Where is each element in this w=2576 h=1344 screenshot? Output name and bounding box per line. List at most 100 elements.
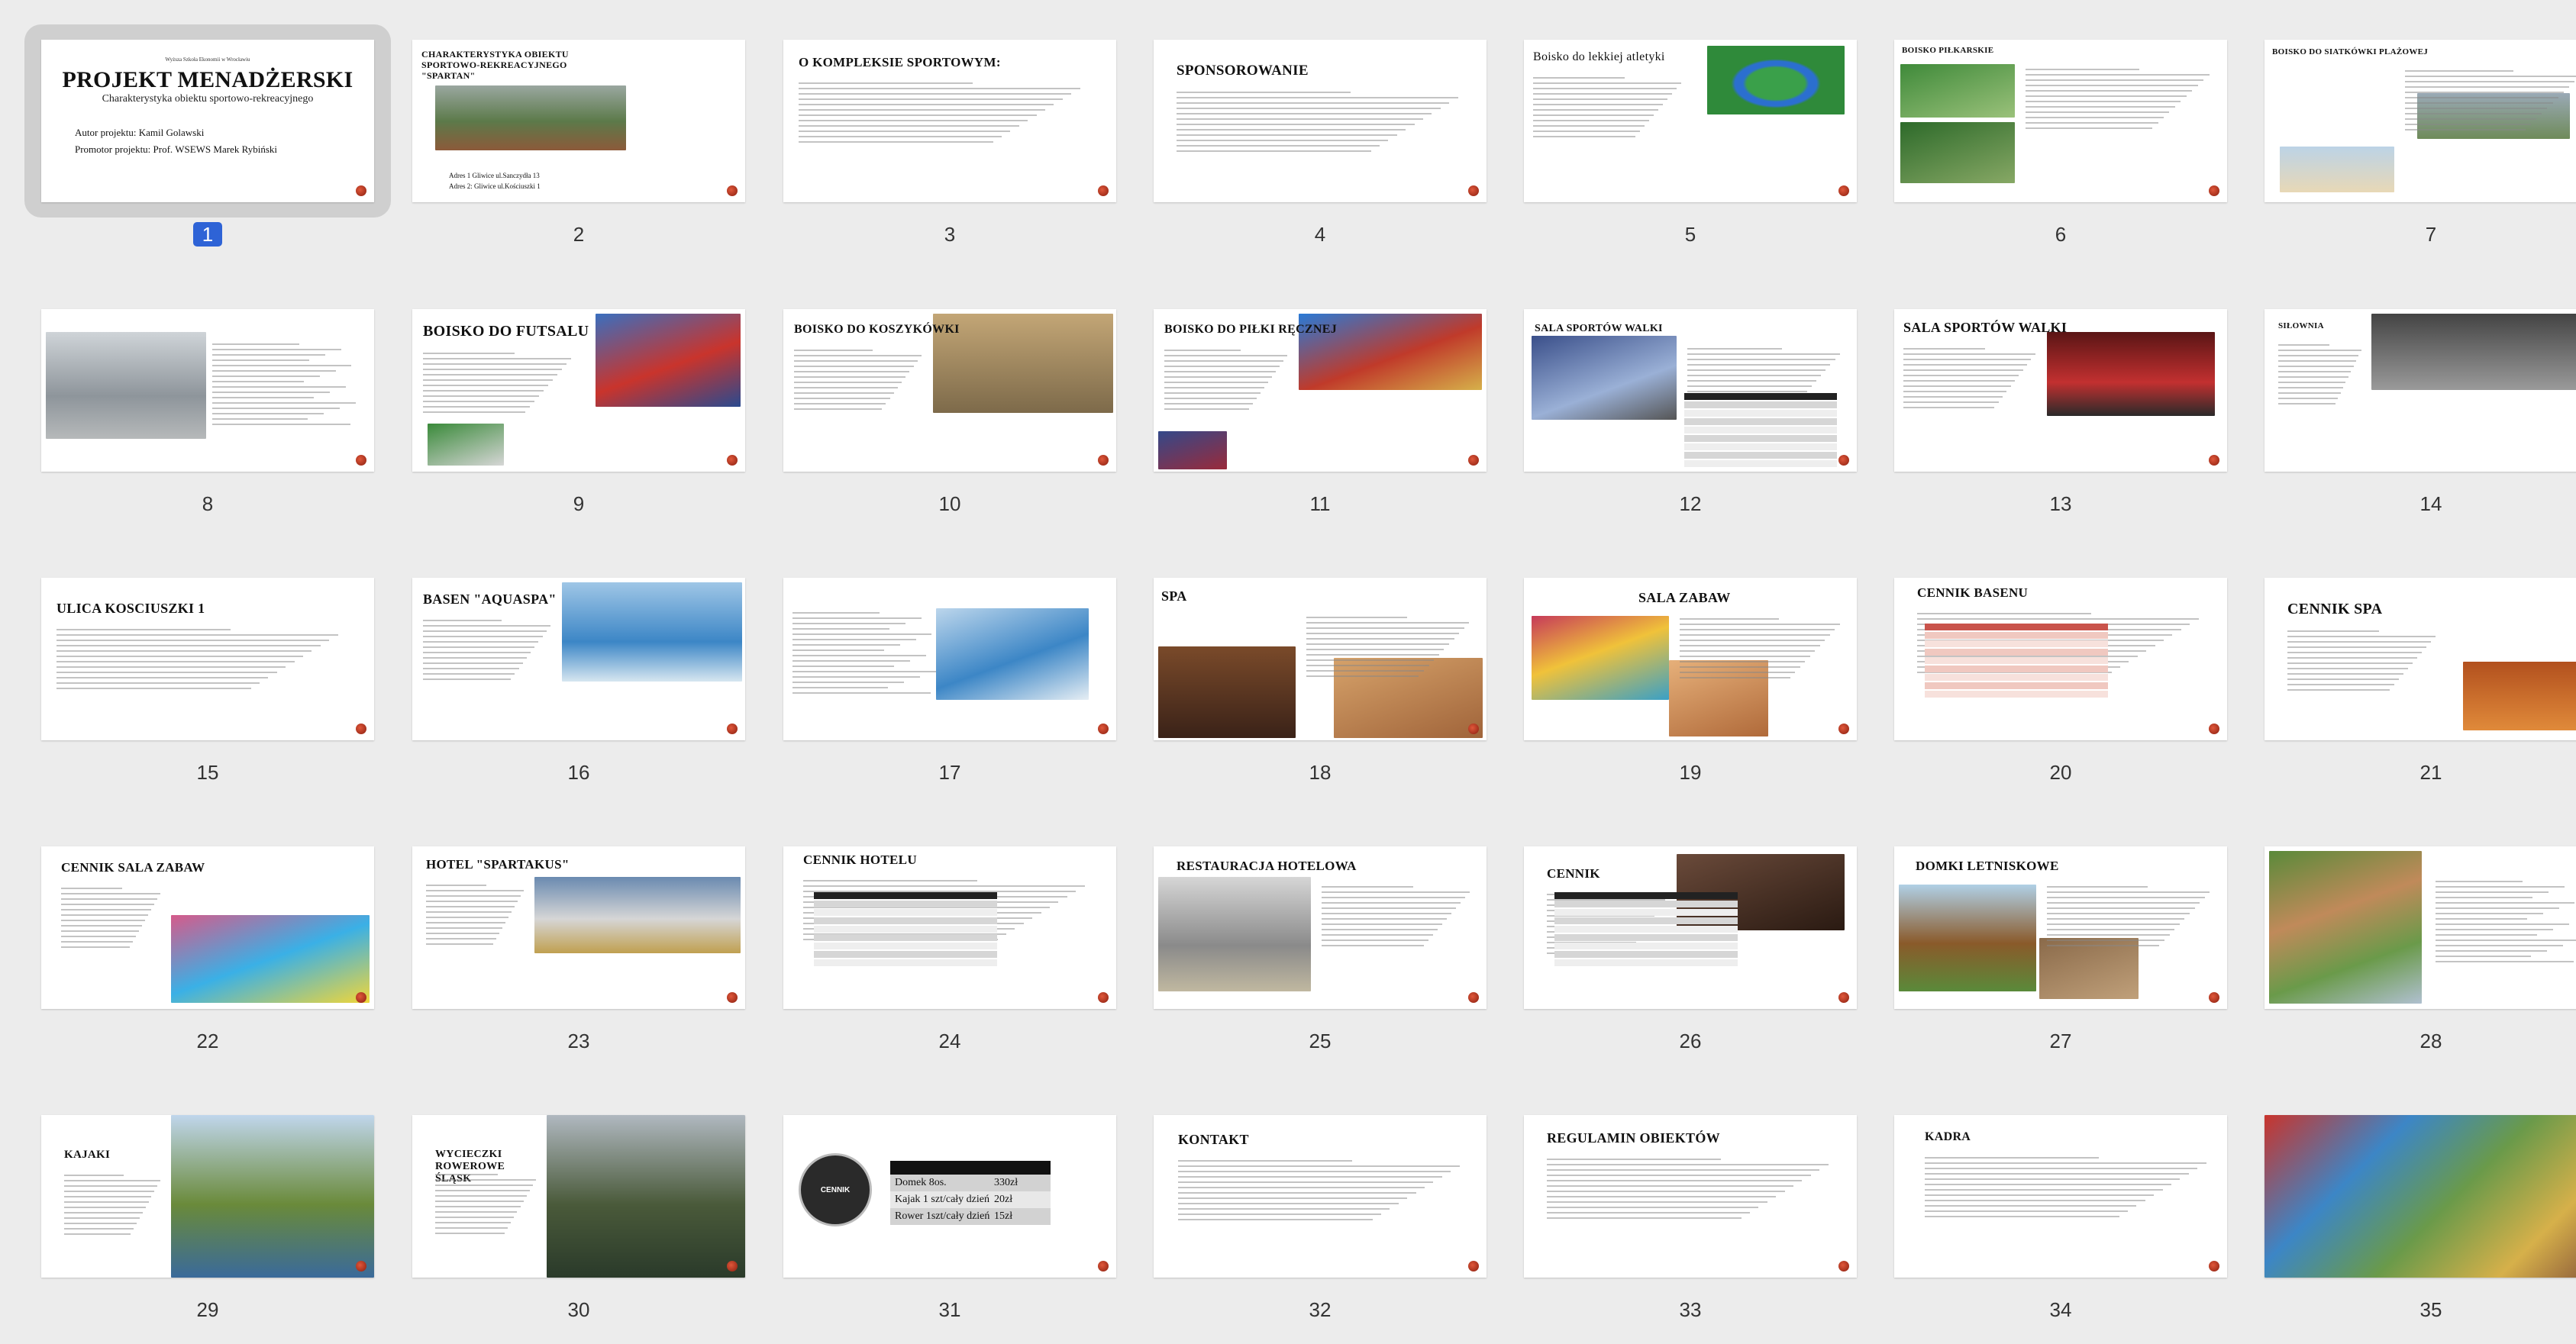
slide-thumbnail-4[interactable]: SPONSOROWANIE 4: [1154, 40, 1490, 269]
slide-thumbnail-22[interactable]: CENNIK SALA ZABAW 22: [41, 846, 377, 1075]
slide-preview[interactable]: CENNIK BASENU: [1894, 578, 2227, 740]
slide-preview[interactable]: BOISKO PIŁKARSKIE: [1894, 40, 2227, 202]
slide-title: KAJAKI: [64, 1149, 111, 1161]
logo-dot-icon: [727, 185, 738, 196]
slide-thumbnail-5[interactable]: Boisko do lekkiej atletyki 5: [1524, 40, 1860, 269]
slide-body-text: [1903, 344, 2039, 412]
slide-thumbnail-17[interactable]: 17: [783, 578, 1119, 807]
logo-dot-icon: [1098, 1261, 1109, 1271]
slide-number: 10: [938, 492, 961, 515]
slide-thumbnail-31[interactable]: CENNIK Domek 8os. 330zł Kajak 1 szt/cały dz…: [783, 1115, 1119, 1344]
slide-thumbnail-30[interactable]: WYCIECZKI ROWEROWE ŚLĄSK 30: [412, 1115, 748, 1344]
slide-thumbnail-1[interactable]: Wyższa Szkoła Ekonomii w Wrocławiu PROJEK…: [24, 24, 391, 269]
slide-thumbnail-35[interactable]: 35: [2264, 1115, 2576, 1344]
slide-preview[interactable]: WYCIECZKI ROWEROWE ŚLĄSK: [412, 1115, 745, 1278]
slide-preview[interactable]: [2264, 846, 2576, 1009]
slide-preview[interactable]: ULICA KOSCIUSZKI 1: [41, 578, 374, 740]
slide-thumbnail-28[interactable]: 28: [2264, 846, 2576, 1075]
slide-thumbnail-26[interactable]: CENNIK 26: [1524, 846, 1860, 1075]
slide-preview[interactable]: BOISKO DO SIATKÓWKI PLAŻOWEJ: [2264, 40, 2576, 202]
slide-preview[interactable]: RESTAURACJA HOTELOWA: [1154, 846, 1487, 1009]
slide-number: 21: [2419, 761, 2442, 784]
slide-thumbnail-12[interactable]: SALA SPORTÓW WALKI 12: [1524, 309, 1860, 538]
slide-number: 30: [567, 1298, 590, 1321]
slide-thumbnail-11[interactable]: BOISKO DO PIŁKI RĘCZNEJ 11: [1154, 309, 1490, 538]
slide-thumbnail-2[interactable]: CHARAKTERYSTYKA OBIEKTU SPORTOWO-REKREAC…: [412, 40, 748, 269]
slide-preview[interactable]: BOISKO DO PIŁKI RĘCZNEJ: [1154, 309, 1487, 472]
slide-body-text: [1533, 73, 1686, 141]
slide-thumbnail-21[interactable]: CENNIK SPA 21: [2264, 578, 2576, 807]
slide-number: 13: [2049, 492, 2072, 515]
slide-thumbnail-13[interactable]: SALA SPORTÓW WALKI 13: [1894, 309, 2230, 538]
slide-preview[interactable]: O KOMPLEKSIE SPORTOWYM:: [783, 40, 1116, 202]
slide-number: 32: [1309, 1298, 1332, 1321]
slide-number: 1: [41, 222, 374, 247]
slide-thumbnail-23[interactable]: HOTEL "SPARTAKUS" 23: [412, 846, 748, 1075]
slide-thumbnail-3[interactable]: O KOMPLEKSIE SPORTOWYM: 3: [783, 40, 1119, 269]
slide-thumbnail-14[interactable]: SIŁOWNIA 14: [2264, 309, 2576, 538]
slide-preview[interactable]: CENNIK HOTELU: [783, 846, 1116, 1009]
slide-number: 17: [938, 761, 961, 784]
slide-thumbnail-15[interactable]: ULICA KOSCIUSZKI 1 15: [41, 578, 377, 807]
slide-preview[interactable]: BOISKO DO KOSZYKÓWKI: [783, 309, 1116, 472]
slide-preview[interactable]: SALA ZABAW: [1524, 578, 1857, 740]
slide-body-text: [423, 616, 554, 684]
slide-thumbnail-27[interactable]: DOMKI LETNISKOWE 27: [1894, 846, 2230, 1075]
slide-preview[interactable]: [783, 578, 1116, 740]
slide-thumbnail-7[interactable]: BOISKO DO SIATKÓWKI PLAŻOWEJ 7: [2264, 40, 2576, 269]
slide-thumbnail-16[interactable]: BASEN "AQUASPA" 16: [412, 578, 748, 807]
slide-preview[interactable]: DOMKI LETNISKOWE: [1894, 846, 2227, 1009]
slide-photo: [428, 424, 504, 466]
slide-photo: [1900, 122, 2015, 183]
slide-preview[interactable]: SPONSOROWANIE: [1154, 40, 1487, 202]
slide-preview[interactable]: SALA SPORTÓW WALKI: [1524, 309, 1857, 472]
slide-photo: [2264, 1115, 2576, 1278]
logo-dot-icon: [1838, 1261, 1849, 1271]
slide-thumbnail-34[interactable]: KADRA 34: [1894, 1115, 2230, 1344]
slide-thumbnail-6[interactable]: BOISKO PIŁKARSKIE 6: [1894, 40, 2230, 269]
slide-photo: [435, 85, 626, 150]
logo-dot-icon: [2209, 724, 2219, 734]
slide-photo: [562, 582, 742, 682]
slide-preview[interactable]: CHARAKTERYSTYKA OBIEKTU SPORTOWO-REKREAC…: [412, 40, 745, 202]
slide-preview[interactable]: BASEN "AQUASPA": [412, 578, 745, 740]
slide-thumbnail-9[interactable]: BOISKO DO FUTSALU 9: [412, 309, 748, 538]
slide-photo: [534, 877, 741, 953]
slide-preview[interactable]: CENNIK SPA: [2264, 578, 2576, 740]
slide-preview[interactable]: REGULAMIN OBIEKTÓW: [1524, 1115, 1857, 1278]
slide-thumbnail-18[interactable]: SPA 18: [1154, 578, 1490, 807]
slide-photo: [46, 332, 206, 439]
slide-preview[interactable]: CENNIK: [1524, 846, 1857, 1009]
slide-thumbnail-10[interactable]: BOISKO DO KOSZYKÓWKI 10: [783, 309, 1119, 538]
slide-preview[interactable]: SALA SPORTÓW WALKI: [1894, 309, 2227, 472]
logo-dot-icon: [1468, 455, 1479, 466]
price-item: Domek 8os.: [895, 1177, 947, 1188]
slide-preview[interactable]: CENNIK Domek 8os. 330zł Kajak 1 szt/cały dz…: [783, 1115, 1116, 1278]
slide-preview[interactable]: Wyższa Szkoła Ekonomii w Wrocławiu PROJEK…: [41, 40, 374, 202]
slide-preview[interactable]: KADRA: [1894, 1115, 2227, 1278]
slide-photo: [1158, 646, 1296, 738]
slide-thumbnail-24[interactable]: CENNIK HOTELU 24: [783, 846, 1119, 1075]
slide-preview[interactable]: KONTAKT: [1154, 1115, 1487, 1278]
slide-preview[interactable]: Boisko do lekkiej atletyki: [1524, 40, 1857, 202]
slide-thumbnail-8[interactable]: 8: [41, 309, 377, 538]
slide-photo: [1707, 46, 1845, 114]
slide-preview[interactable]: [41, 309, 374, 472]
slide-thumbnail-20[interactable]: CENNIK BASENU 20: [1894, 578, 2230, 807]
slide-thumbnail-19[interactable]: SALA ZABAW 19: [1524, 578, 1860, 807]
slide-preview[interactable]: HOTEL "SPARTAKUS": [412, 846, 745, 1009]
slide-preview[interactable]: BOISKO DO FUTSALU: [412, 309, 745, 472]
slide-thumbnail-29[interactable]: KAJAKI 29: [41, 1115, 377, 1344]
slide-thumbnail-32[interactable]: KONTAKT 32: [1154, 1115, 1490, 1344]
slide-preview[interactable]: SIŁOWNIA: [2264, 309, 2576, 472]
slide-preview[interactable]: SPA: [1154, 578, 1487, 740]
slide-preview[interactable]: KAJAKI: [41, 1115, 374, 1278]
slide-title: CENNIK BASENU: [1917, 585, 2029, 600]
slide-preview[interactable]: CENNIK SALA ZABAW: [41, 846, 374, 1009]
slide-thumbnail-25[interactable]: RESTAURACJA HOTELOWA 25: [1154, 846, 1490, 1075]
slide-title: CENNIK SALA ZABAW: [61, 860, 205, 875]
slide-preview[interactable]: [2264, 1115, 2576, 1278]
logo-dot-icon: [1838, 724, 1849, 734]
slide-thumbnail-33[interactable]: REGULAMIN OBIEKTÓW 33: [1524, 1115, 1860, 1344]
slide-title: DOMKI LETNISKOWE: [1916, 859, 2059, 873]
